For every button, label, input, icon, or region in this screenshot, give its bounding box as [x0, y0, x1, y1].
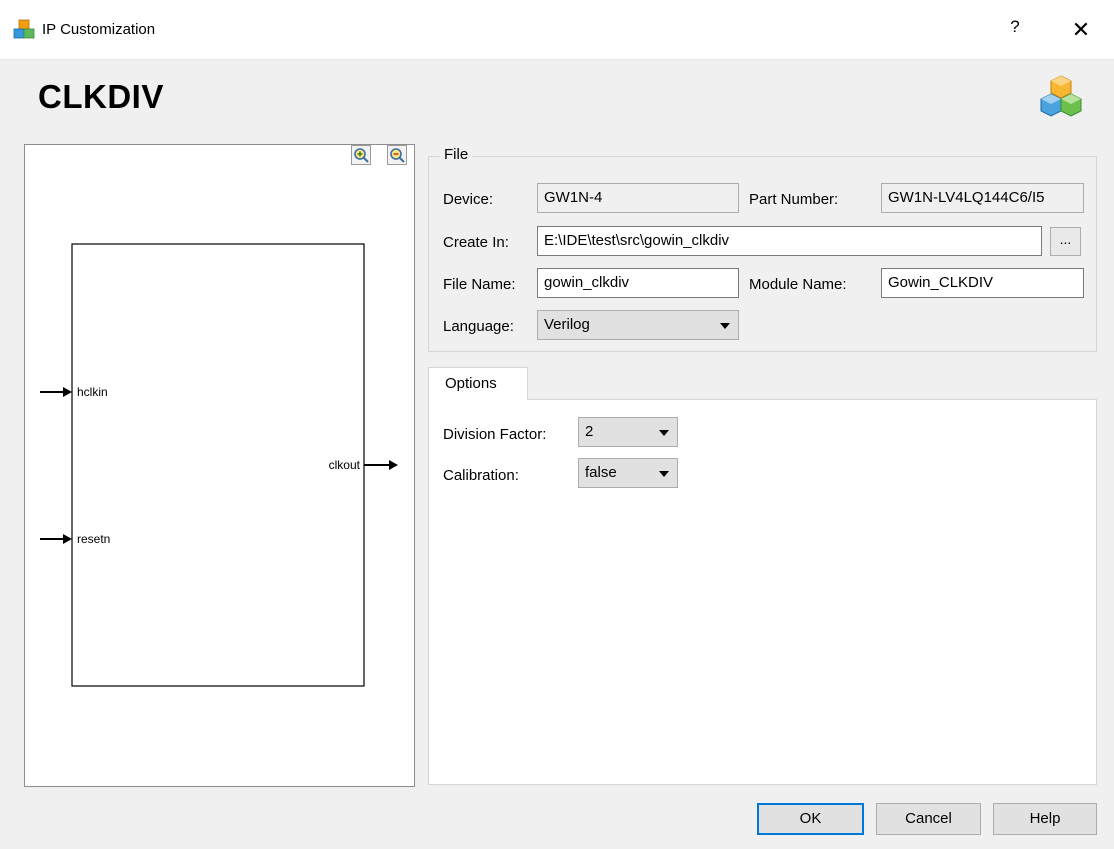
- language-select[interactable]: Verilog: [537, 310, 739, 340]
- port-hclkin: hclkin: [77, 385, 108, 399]
- language-label: Language:: [443, 318, 514, 335]
- port-resetn: resetn: [77, 532, 110, 546]
- module-name-label: Module Name:: [749, 276, 847, 293]
- file-group-title: File: [440, 146, 473, 163]
- file-name-field[interactable]: gowin_clkdiv: [537, 268, 739, 298]
- create-in-label: Create In:: [443, 234, 509, 251]
- ip-name-heading: CLKDIV: [38, 78, 164, 115]
- close-button[interactable]: ✕: [1066, 14, 1096, 46]
- block-diagram-preview: hclkin resetn clkout: [24, 144, 415, 787]
- header-band: [0, 61, 1114, 135]
- resetn-arrow-head: [63, 534, 72, 544]
- cancel-button[interactable]: Cancel: [876, 803, 981, 835]
- ip-customization-icon: [13, 19, 35, 39]
- device-label: Device:: [443, 191, 494, 208]
- options-panel: [428, 399, 1097, 785]
- file-name-label: File Name:: [443, 276, 516, 293]
- module-name-field[interactable]: Gowin_CLKDIV: [881, 268, 1084, 298]
- hclkin-arrow-head: [63, 387, 72, 397]
- division-factor-value: 2: [585, 423, 594, 440]
- device-field: GW1N-4: [537, 183, 739, 213]
- tab-options[interactable]: Options: [428, 367, 528, 400]
- browse-button[interactable]: ...: [1050, 227, 1081, 256]
- part-number-field: GW1N-LV4LQ144C6/I5: [881, 183, 1084, 213]
- ok-button[interactable]: OK: [757, 803, 864, 835]
- chevron-down-icon: [659, 430, 669, 436]
- help-button[interactable]: Help: [993, 803, 1097, 835]
- cubes-icon: [1040, 75, 1082, 117]
- chevron-down-icon: [720, 323, 730, 329]
- zoom-out-icon[interactable]: [387, 145, 407, 165]
- zoom-in-icon[interactable]: [351, 145, 371, 165]
- calibration-value: false: [585, 464, 617, 481]
- help-title-button[interactable]: ?: [1004, 17, 1026, 43]
- window-title: IP Customization: [42, 21, 156, 38]
- title-bar: IP Customization ? ✕: [0, 0, 1114, 60]
- division-factor-select[interactable]: 2: [578, 417, 678, 447]
- language-select-value: Verilog: [544, 316, 590, 333]
- calibration-label: Calibration:: [443, 467, 519, 484]
- division-factor-label: Division Factor:: [443, 426, 547, 443]
- create-in-field[interactable]: E:\IDE\test\src\gowin_clkdiv: [537, 226, 1042, 256]
- chevron-down-icon: [659, 471, 669, 477]
- part-number-label: Part Number:: [749, 191, 839, 208]
- port-clkout: clkout: [329, 458, 361, 472]
- clkout-arrow-head: [389, 460, 398, 470]
- module-box: [71, 243, 365, 687]
- calibration-select[interactable]: false: [578, 458, 678, 488]
- clkdiv-block-diagram: hclkin resetn clkout: [40, 243, 398, 687]
